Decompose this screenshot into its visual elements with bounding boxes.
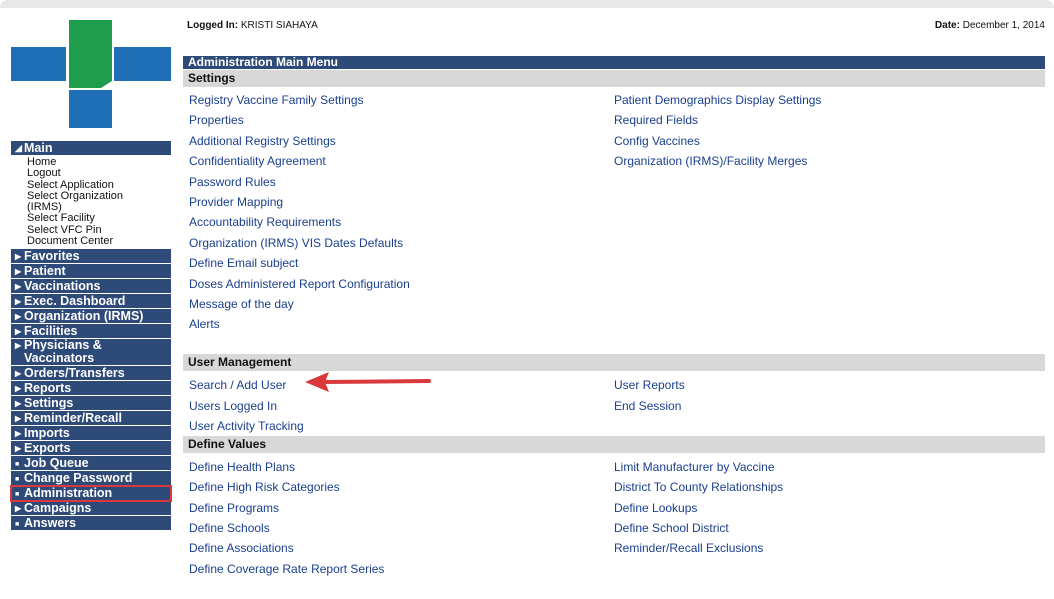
link-required-fields[interactable]: Required Fields xyxy=(614,113,698,127)
page-title: Administration Main Menu xyxy=(183,56,1045,69)
link-password-rules[interactable]: Password Rules xyxy=(189,175,276,189)
collapsed-triangle-icon: ▶ xyxy=(15,282,22,292)
link-confidentiality-agreement[interactable]: Confidentiality Agreement xyxy=(189,154,326,168)
current-date: December 1, 2014 xyxy=(962,20,1045,31)
nav-change-password[interactable]: ■ Change Password xyxy=(11,471,171,487)
collapsed-triangle-icon: ▶ xyxy=(15,297,22,307)
collapsed-triangle-icon: ▶ xyxy=(15,429,22,439)
nav-reports[interactable]: ▶ Reports xyxy=(11,381,171,397)
collapsed-triangle-icon: ▶ xyxy=(15,327,22,337)
link-define-high-risk-categories[interactable]: Define High Risk Categories xyxy=(189,480,340,494)
link-define-health-plans[interactable]: Define Health Plans xyxy=(189,460,295,474)
collapsed-triangle-icon: ▶ xyxy=(15,399,22,409)
logged-in-user: KRISTI SIAHAYA xyxy=(240,20,318,31)
link-provider-mapping[interactable]: Provider Mapping xyxy=(189,195,283,209)
link-search-add-user[interactable]: Search / Add User xyxy=(189,378,286,392)
link-message-of-the-day[interactable]: Message of the day xyxy=(189,297,294,311)
sidebar: ◢ Main Home Logout Select Application Sel… xyxy=(10,8,172,599)
link-define-lookups[interactable]: Define Lookups xyxy=(614,501,697,515)
nav-main-header[interactable]: ◢ Main xyxy=(11,141,171,156)
link-organization-facility-merges[interactable]: Organization (IRMS)/Facility Merges xyxy=(614,154,807,168)
collapsed-triangle-icon: ▶ xyxy=(15,252,22,262)
collapsed-triangle-icon: ▶ xyxy=(15,341,22,351)
link-organization-vis-dates-defaults[interactable]: Organization (IRMS) VIS Dates Defaults xyxy=(189,236,403,250)
nav-physicians-vaccinators[interactable]: ▶ Physicians & Vaccinators xyxy=(11,339,171,367)
nav-reminder-recall[interactable]: ▶ Reminder/Recall xyxy=(11,411,171,427)
link-accountability-requirements[interactable]: Accountability Requirements xyxy=(189,215,341,229)
red-annotation-arrow-icon xyxy=(305,372,431,392)
link-define-schools[interactable]: Define Schools xyxy=(189,521,270,535)
link-doses-administered-report-config[interactable]: Doses Administered Report Configuration xyxy=(189,277,410,291)
nav-answers[interactable]: ■ Answers xyxy=(11,516,171,532)
collapsed-triangle-icon: ▶ xyxy=(15,414,22,424)
expanded-triangle-icon: ◢ xyxy=(15,143,22,153)
link-district-to-county-relationships[interactable]: District To County Relationships xyxy=(614,480,783,494)
link-config-vaccines[interactable]: Config Vaccines xyxy=(614,134,700,148)
collapsed-triangle-icon: ▶ xyxy=(15,504,22,514)
link-registry-vaccine-family-settings[interactable]: Registry Vaccine Family Settings xyxy=(189,93,364,107)
link-define-email-subject[interactable]: Define Email subject xyxy=(189,256,298,270)
square-bullet-icon: ■ xyxy=(15,461,20,469)
link-user-activity-tracking[interactable]: User Activity Tracking xyxy=(189,419,304,433)
nav-logout-link[interactable]: Logout xyxy=(27,167,171,179)
section-define-values-header: Define Values xyxy=(183,436,1045,453)
nav-facilities[interactable]: ▶ Facilities xyxy=(11,324,171,340)
link-users-logged-in[interactable]: Users Logged In xyxy=(189,399,277,413)
date-info: Date: December 1, 2014 xyxy=(934,20,1045,31)
main-content: Logged In: KRISTI SIAHAYA Date: December… xyxy=(183,20,1045,576)
collapsed-triangle-icon: ▶ xyxy=(15,384,22,394)
square-bullet-icon: ■ xyxy=(15,521,20,529)
section-settings-header: Settings xyxy=(183,70,1045,87)
link-additional-registry-settings[interactable]: Additional Registry Settings xyxy=(189,134,336,148)
nav-orders-transfers[interactable]: ▶ Orders/Transfers xyxy=(11,366,171,382)
nav-document-center-link[interactable]: Document Center xyxy=(27,235,171,247)
link-define-associations[interactable]: Define Associations xyxy=(189,541,294,555)
nav-administration[interactable]: ■ Administration xyxy=(10,485,172,503)
link-define-coverage-rate-report-series[interactable]: Define Coverage Rate Report Series xyxy=(189,562,384,576)
nav-main-submenu: Home Logout Select Application Select Or… xyxy=(11,156,171,250)
collapsed-triangle-icon: ▶ xyxy=(15,369,22,379)
link-limit-manufacturer-by-vaccine[interactable]: Limit Manufacturer by Vaccine xyxy=(614,460,775,474)
link-alerts[interactable]: Alerts xyxy=(189,317,220,331)
registry-logo xyxy=(11,20,171,128)
nav-imports[interactable]: ▶ Imports xyxy=(11,426,171,442)
link-properties[interactable]: Properties xyxy=(189,113,244,127)
nav-campaigns[interactable]: ▶ Campaigns xyxy=(11,501,171,517)
nav-favorites[interactable]: ▶ Favorites xyxy=(11,249,171,265)
link-end-session[interactable]: End Session xyxy=(614,399,681,413)
window-top-band xyxy=(0,0,1054,8)
square-bullet-icon: ■ xyxy=(15,476,20,484)
nav-settings[interactable]: ▶ Settings xyxy=(11,396,171,412)
nav-organization[interactable]: ▶ Organization (IRMS) xyxy=(11,309,171,325)
nav-job-queue[interactable]: ■ Job Queue xyxy=(11,456,171,472)
square-bullet-icon: ■ xyxy=(15,491,20,499)
nav-vaccinations[interactable]: ▶ Vaccinations xyxy=(11,279,171,295)
nav-exec-dashboard[interactable]: ▶ Exec. Dashboard xyxy=(11,294,171,310)
nav-exports[interactable]: ▶ Exports xyxy=(11,441,171,457)
collapsed-triangle-icon: ▶ xyxy=(15,267,22,277)
collapsed-triangle-icon: ▶ xyxy=(15,444,22,454)
sidebar-nav: ◢ Main Home Logout Select Application Sel… xyxy=(10,141,172,532)
login-info: Logged In: KRISTI SIAHAYA xyxy=(187,20,318,31)
link-define-school-district[interactable]: Define School District xyxy=(614,521,729,535)
link-patient-demographics-display-settings[interactable]: Patient Demographics Display Settings xyxy=(614,93,821,107)
status-bar: Logged In: KRISTI SIAHAYA Date: December… xyxy=(183,20,1045,36)
link-reminder-recall-exclusions[interactable]: Reminder/Recall Exclusions xyxy=(614,541,763,555)
collapsed-triangle-icon: ▶ xyxy=(15,312,22,322)
link-define-programs[interactable]: Define Programs xyxy=(189,501,279,515)
link-user-reports[interactable]: User Reports xyxy=(614,378,685,392)
nav-patient[interactable]: ▶ Patient xyxy=(11,264,171,280)
